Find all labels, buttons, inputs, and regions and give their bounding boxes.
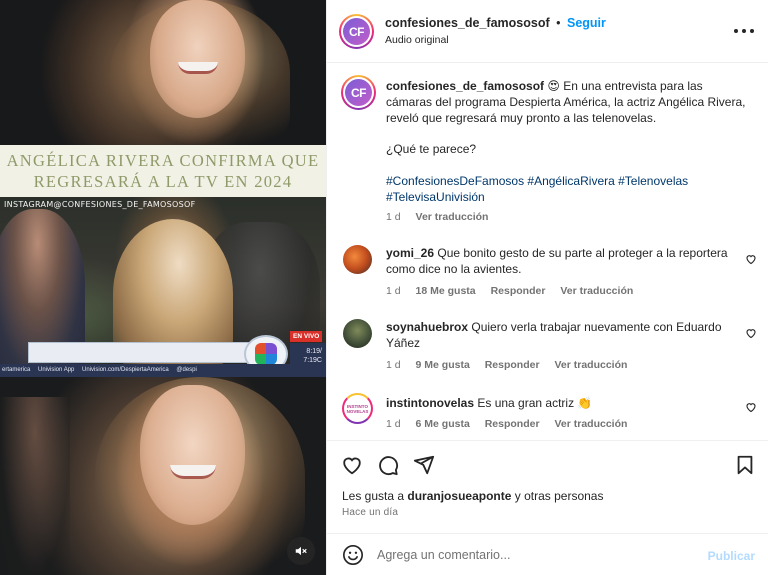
caption: CF confesiones_de_famososof 😍 En una ent… [327, 75, 768, 235]
comment-item: soynahuebrox Quiero verla trabajar nueva… [327, 319, 768, 373]
follow-button[interactable]: Seguir [567, 16, 606, 30]
comment-likes[interactable]: 9 Me gusta [416, 359, 470, 371]
comment-like-heart-icon[interactable] [745, 327, 757, 339]
share-send-icon[interactable] [413, 454, 435, 476]
comment-translate[interactable]: Ver traducción [554, 418, 627, 430]
comment-text: Es una gran actriz [477, 396, 575, 410]
blurred-photo-bottom [0, 377, 326, 575]
comment-avatar[interactable] [343, 319, 372, 348]
post-actions [327, 440, 768, 476]
comment-reply-button[interactable]: Responder [485, 418, 540, 430]
video-frame: INSTAGRAM@CONFESIONES_DE_FAMOSOSOF EN VI… [0, 197, 326, 377]
like-heart-icon[interactable] [341, 454, 363, 476]
comment-username[interactable]: instintonovelas [386, 396, 474, 410]
comments-scroll-area[interactable]: CF confesiones_de_famososof 😍 En una ent… [327, 63, 768, 440]
comment-username[interactable]: soynahuebrox [386, 320, 468, 334]
media-headline: ANGÉLICA RIVERA CONFIRMA QUE REGRESARÁ A… [0, 145, 326, 197]
broadcast-ticker: ertamerica Univision App Univision.com/D… [0, 364, 326, 377]
caption-hashtags[interactable]: #ConfesionesDeFamosos #AngélicaRivera #T… [386, 173, 751, 189]
headline-line-2: REGRESARÁ A LA TV EN 2024 [33, 172, 293, 191]
broadcast-lower-bar [28, 342, 273, 363]
caption-translate[interactable]: Ver traducción [416, 211, 489, 223]
emoji-icon[interactable] [342, 544, 364, 566]
post-timestamp: Hace un día [342, 507, 399, 518]
post-media[interactable]: ANGÉLICA RIVERA CONFIRMA QUE REGRESARÁ A… [0, 0, 326, 575]
add-comment-bar: Publicar [327, 533, 768, 575]
audio-original-link[interactable]: Audio original [385, 34, 449, 46]
caption-time: 1 d [386, 211, 401, 223]
caption-avatar[interactable]: CF [341, 75, 376, 110]
header-avatar[interactable]: CF [339, 14, 374, 49]
comment-like-heart-icon[interactable] [745, 253, 757, 265]
post-panel: CF confesiones_de_famososof • Seguir Aud… [326, 0, 768, 575]
blurred-photo-top [0, 0, 326, 145]
save-bookmark-icon[interactable] [734, 454, 756, 476]
comment-item: yomi_26 Que bonito gesto de su parte al … [327, 245, 768, 299]
caption-question: ¿Qué te parece? [386, 142, 477, 156]
post-header: CF confesiones_de_famososof • Seguir Aud… [327, 0, 768, 63]
comment-text: Que bonito gesto de su parte al proteger… [386, 246, 728, 276]
comment-input[interactable] [377, 542, 697, 568]
mute-button[interactable] [287, 537, 315, 565]
liked-by-user[interactable]: duranjosueaponte [407, 489, 511, 503]
comment-avatar[interactable] [343, 245, 372, 274]
live-badge: EN VIVO [290, 331, 323, 342]
more-options-icon[interactable] [734, 22, 754, 40]
comment-reply-button[interactable]: Responder [485, 359, 540, 371]
header-username[interactable]: confesiones_de_famososof [385, 16, 550, 30]
comment-reply-button[interactable]: Responder [491, 285, 546, 297]
comment-bubble-icon[interactable] [377, 454, 399, 476]
comment-like-heart-icon[interactable] [745, 401, 757, 413]
caption-username[interactable]: confesiones_de_famososof [386, 79, 544, 93]
likes-summary: Les gusta a duranjosueaponte y otras per… [342, 489, 604, 503]
comment-item: INSTINTO NOVELAS instintonovelas Es una … [327, 393, 768, 437]
comment-translate[interactable]: Ver traducción [560, 285, 633, 297]
comment-translate[interactable]: Ver traducción [554, 359, 627, 371]
muted-speaker-icon [295, 546, 307, 556]
comment-likes[interactable]: 6 Me gusta [416, 418, 470, 430]
post-comment-button[interactable]: Publicar [708, 549, 755, 563]
comment-username[interactable]: yomi_26 [386, 246, 434, 260]
comment-likes[interactable]: 18 Me gusta [416, 285, 476, 297]
comment-avatar[interactable]: INSTINTO NOVELAS [342, 393, 373, 424]
headline-line-1: ANGÉLICA RIVERA CONFIRMA QUE [6, 151, 320, 170]
media-watermark: INSTAGRAM@CONFESIONES_DE_FAMOSOSOF [4, 200, 196, 209]
